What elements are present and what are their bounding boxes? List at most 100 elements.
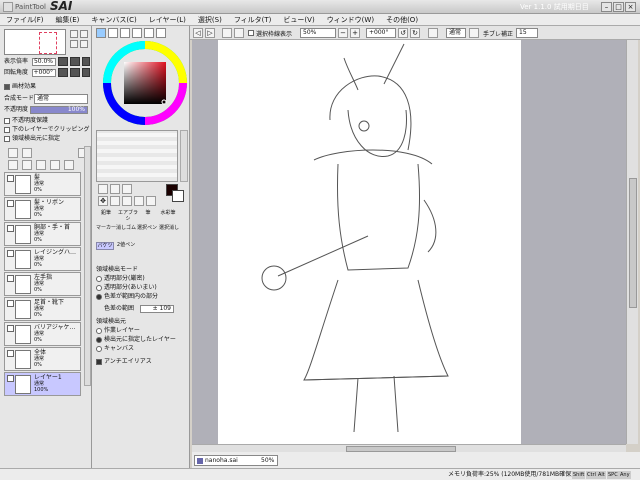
- tool-select-pen[interactable]: 選択ペン: [136, 225, 158, 231]
- undo-icon[interactable]: ◁: [193, 28, 203, 38]
- layer-visibility-icon[interactable]: [7, 200, 14, 207]
- menu-edit[interactable]: 編集(E): [56, 15, 80, 25]
- minimize-button[interactable]: –: [601, 2, 612, 12]
- layer-visibility-icon[interactable]: [7, 225, 14, 232]
- layer-visibility-icon[interactable]: [7, 375, 14, 382]
- zoom-minus-button[interactable]: [58, 57, 68, 66]
- nav-zoom-in-icon[interactable]: [70, 30, 78, 38]
- canvas-horizontal-scrollbar[interactable]: [192, 444, 626, 452]
- tool-binary-pen[interactable]: 2値ペン: [116, 242, 136, 248]
- menu-canvas[interactable]: キャンバス(C): [91, 15, 136, 25]
- scratchpad-tab-icon[interactable]: [156, 28, 166, 38]
- layer-item[interactable]: 全体 通常 0%: [4, 347, 81, 371]
- detect-loose-radio[interactable]: [96, 285, 102, 291]
- magic-wand-icon[interactable]: [122, 184, 132, 194]
- color-wheel[interactable]: [102, 40, 188, 126]
- menu-select[interactable]: 選択(S): [198, 15, 222, 25]
- preserve-opacity-checkbox[interactable]: [4, 118, 10, 124]
- zoom-in-icon[interactable]: +: [350, 28, 360, 38]
- color-wheel-tab-icon[interactable]: [96, 28, 106, 38]
- menu-filter[interactable]: フィルタ(T): [234, 15, 272, 25]
- blend-mode-select[interactable]: 通常: [34, 94, 88, 104]
- rect-select-icon[interactable]: [98, 184, 108, 194]
- blend-select[interactable]: 通常: [446, 28, 466, 38]
- merge-layer-icon[interactable]: [22, 160, 32, 170]
- zoom-select[interactable]: 50%: [300, 28, 336, 38]
- close-button[interactable]: ×: [625, 2, 636, 12]
- maximize-button[interactable]: □: [613, 2, 624, 12]
- layer-item[interactable]: レイジングハ… 通常 0%: [4, 247, 81, 271]
- source-canvas-radio[interactable]: [96, 346, 102, 352]
- file-tab[interactable]: nanoha.sai 50%: [194, 455, 278, 466]
- source-working-radio[interactable]: [96, 328, 102, 334]
- angle-value[interactable]: +000°: [32, 69, 56, 77]
- layer-item[interactable]: 髪・リボン 通常 0%: [4, 197, 81, 221]
- stabilizer-select[interactable]: 15: [516, 28, 538, 38]
- tool-marker[interactable]: マーカー: [96, 225, 116, 231]
- layer-visibility-icon[interactable]: [7, 325, 14, 332]
- range-value[interactable]: ± 109: [140, 305, 174, 313]
- source-specified-radio[interactable]: [96, 337, 102, 343]
- nav-rotate-icon[interactable]: [70, 40, 78, 48]
- rgb-slider-tab-icon[interactable]: [108, 28, 118, 38]
- zoom-out-icon[interactable]: −: [338, 28, 348, 38]
- tool-bucket[interactable]: バケツ: [96, 242, 114, 250]
- layer-item[interactable]: 足首・靴下 通常 0%: [4, 297, 81, 321]
- opacity-slider[interactable]: 100%: [30, 106, 88, 114]
- antialias-checkbox[interactable]: [96, 359, 102, 365]
- navigator-view-frame[interactable]: [39, 32, 57, 54]
- angle-minus-button[interactable]: [58, 68, 68, 77]
- copy-layer-icon[interactable]: [8, 160, 18, 170]
- angle-reset-button[interactable]: [82, 68, 90, 77]
- new-layer-set-icon[interactable]: [22, 148, 32, 158]
- invert-selection-icon[interactable]: [234, 28, 244, 38]
- menu-view[interactable]: ビュー(V): [283, 15, 314, 25]
- effects-toggle-icon[interactable]: [4, 84, 10, 90]
- layer-visibility-icon[interactable]: [7, 175, 14, 182]
- menu-layer[interactable]: レイヤー(L): [149, 15, 186, 25]
- layer-visibility-icon[interactable]: [7, 300, 14, 307]
- layer-visibility-icon[interactable]: [7, 275, 14, 282]
- redo-icon[interactable]: ▷: [205, 28, 215, 38]
- tool-select-eraser[interactable]: 選択消し: [158, 225, 180, 231]
- clear-layer-icon[interactable]: [36, 160, 46, 170]
- swatch-tab-icon[interactable]: [144, 28, 154, 38]
- menu-window[interactable]: ウィンドウ(W): [327, 15, 374, 25]
- layer-scrollbar[interactable]: [84, 146, 91, 386]
- tool-pencil[interactable]: 鉛筆: [96, 210, 116, 216]
- zoom-reset-button[interactable]: [82, 57, 90, 66]
- tool-eraser[interactable]: 消しゴム: [116, 225, 136, 231]
- new-layer-icon[interactable]: [8, 148, 18, 158]
- delete-layer-icon[interactable]: [50, 160, 60, 170]
- hand-icon[interactable]: [134, 196, 144, 206]
- layer-visibility-icon[interactable]: [7, 250, 14, 257]
- angle-plus-button[interactable]: [70, 68, 80, 77]
- color-mix-tab-icon[interactable]: [132, 28, 142, 38]
- canvas-vertical-scrollbar[interactable]: [626, 40, 638, 444]
- nav-zoom-out-icon[interactable]: [80, 30, 88, 38]
- detect-strict-radio[interactable]: [96, 276, 102, 282]
- nav-reset-icon[interactable]: [80, 40, 88, 48]
- menu-file[interactable]: ファイル(F): [6, 15, 44, 25]
- vertical-scroll-thumb[interactable]: [629, 178, 637, 308]
- rotate-right-icon[interactable]: ↻: [410, 28, 420, 38]
- tool-brush[interactable]: 筆: [140, 210, 156, 216]
- swatch-grid[interactable]: [96, 130, 178, 182]
- swatch-scrollbar[interactable]: [180, 130, 188, 182]
- rotation-select[interactable]: +000°: [366, 28, 396, 38]
- layer-item[interactable]: 胴部・手・首 通常 0%: [4, 222, 81, 246]
- clipping-checkbox[interactable]: [4, 127, 10, 133]
- rotate-left-icon[interactable]: ↺: [398, 28, 408, 38]
- rotate-icon[interactable]: [122, 196, 132, 206]
- canvas-area[interactable]: [192, 40, 626, 444]
- layer-item[interactable]: 髪 通常 0%: [4, 172, 81, 196]
- menu-other[interactable]: その他(O): [386, 15, 418, 25]
- zoom-plus-button[interactable]: [70, 57, 80, 66]
- layer-visibility-icon[interactable]: [7, 350, 14, 357]
- tool-airbrush[interactable]: エアブラシ: [116, 210, 140, 222]
- hsv-slider-tab-icon[interactable]: [120, 28, 130, 38]
- eyedropper-icon[interactable]: [146, 196, 156, 206]
- tool-watercolor[interactable]: 水彩筆: [158, 210, 178, 216]
- zoom-value[interactable]: 50.0%: [32, 58, 56, 66]
- deselect-icon[interactable]: [222, 28, 232, 38]
